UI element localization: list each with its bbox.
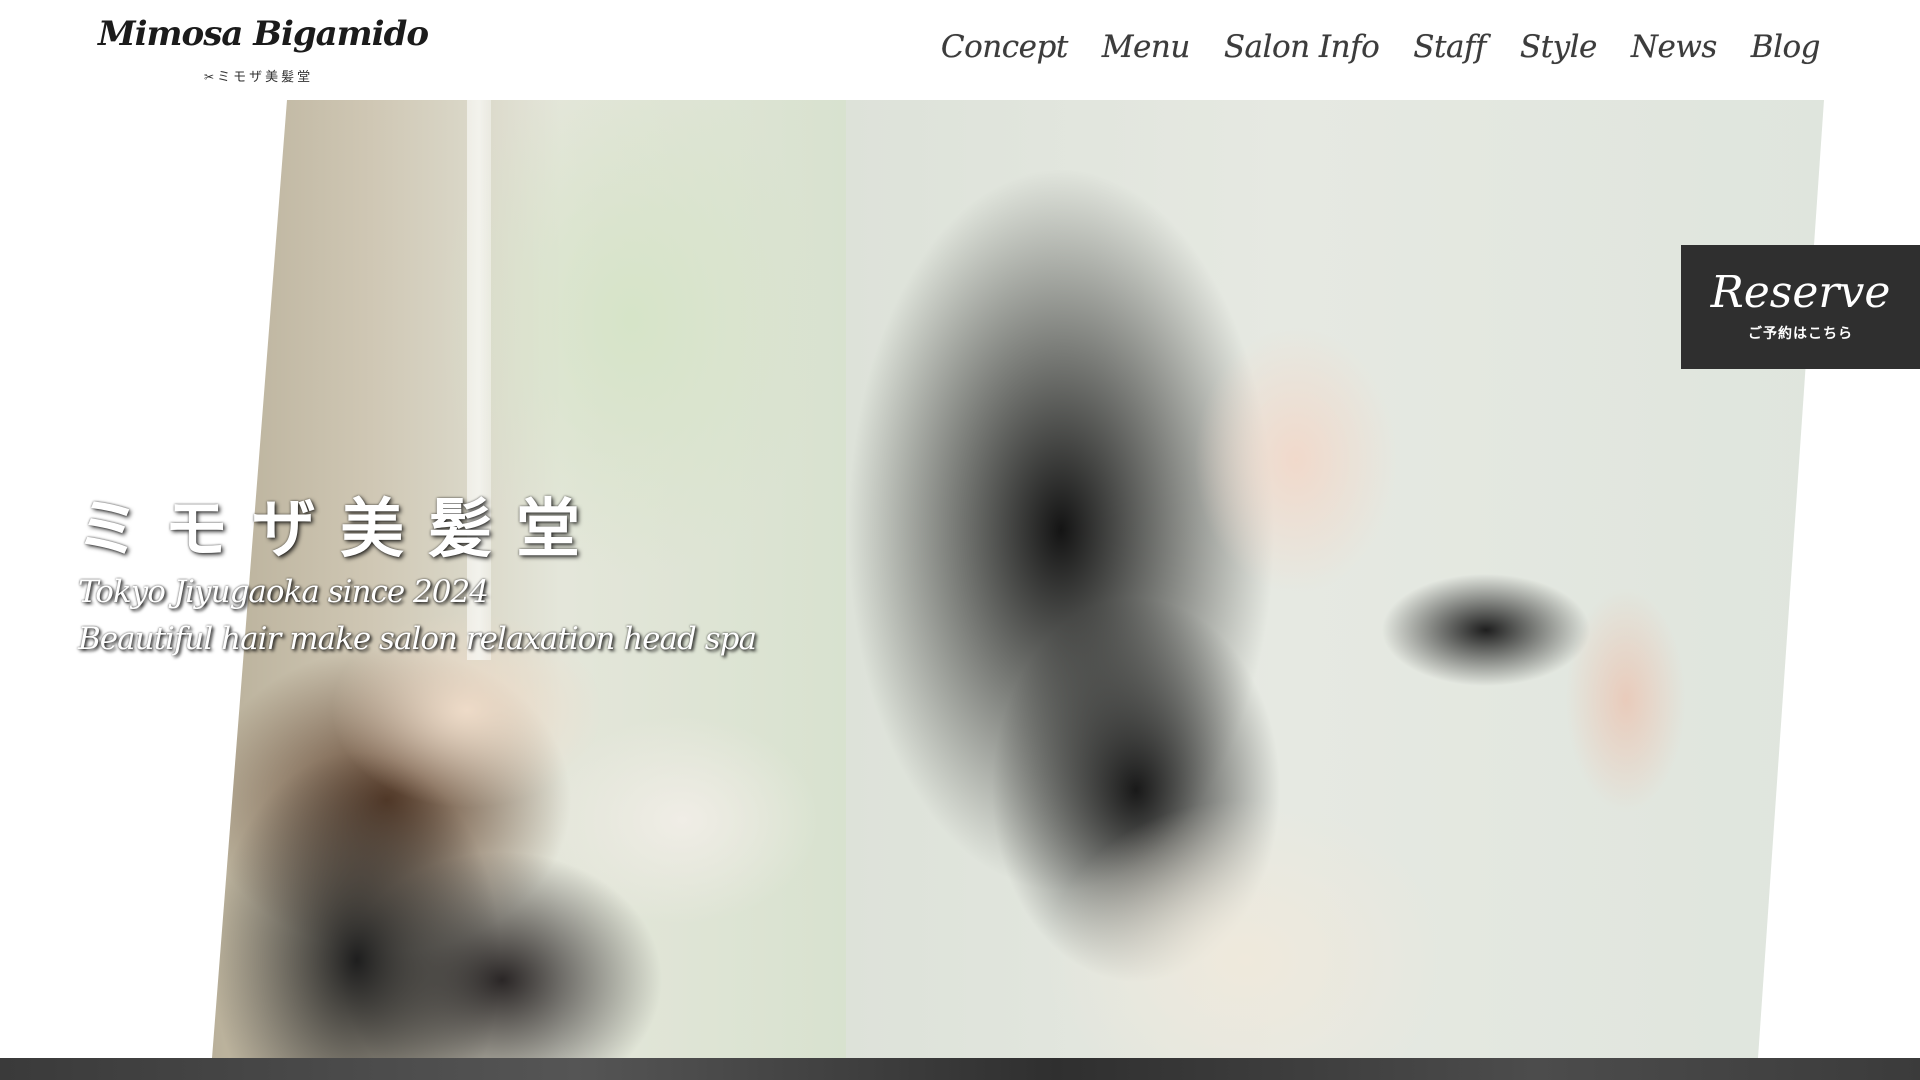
nav-item-salon-info[interactable]: Salon Info [1224, 29, 1380, 65]
site-logo[interactable]: Mimosa Bigamido ✂ ミモザ美髪堂 [98, 14, 429, 90]
reserve-title: Reserve [1710, 267, 1891, 318]
hero-photo-woman-hair [846, 100, 1824, 1058]
scissors-icon: ✂ [204, 70, 215, 84]
nav-item-concept[interactable]: Concept [941, 29, 1068, 65]
hero-tagline-location: Tokyo Jiyugaoka since 2024 [78, 574, 489, 610]
nav-item-menu[interactable]: Menu [1102, 29, 1191, 65]
nav-item-news[interactable]: News [1631, 29, 1717, 65]
nav-item-style[interactable]: Style [1520, 29, 1597, 65]
next-section-edge [0, 1058, 1920, 1080]
logo-subtitle: ✂ ミモザ美髪堂 [204, 66, 313, 85]
logo-subtitle-text: ミモザ美髪堂 [217, 70, 314, 85]
hero-title: ミモザ美髪堂 [76, 492, 604, 567]
nav-item-blog[interactable]: Blog [1751, 29, 1821, 65]
logo-wordmark: Mimosa Bigamido [98, 14, 429, 54]
reserve-subtitle: ご予約はこちら [1748, 326, 1853, 342]
nav-item-staff[interactable]: Staff [1413, 29, 1486, 65]
reserve-button[interactable]: Reserve ご予約はこちら [1681, 245, 1920, 369]
main-nav: Concept Menu Salon Info Staff Style News… [941, 22, 1821, 72]
hero-tagline-description: Beautiful hair make salon relaxation hea… [78, 621, 757, 657]
